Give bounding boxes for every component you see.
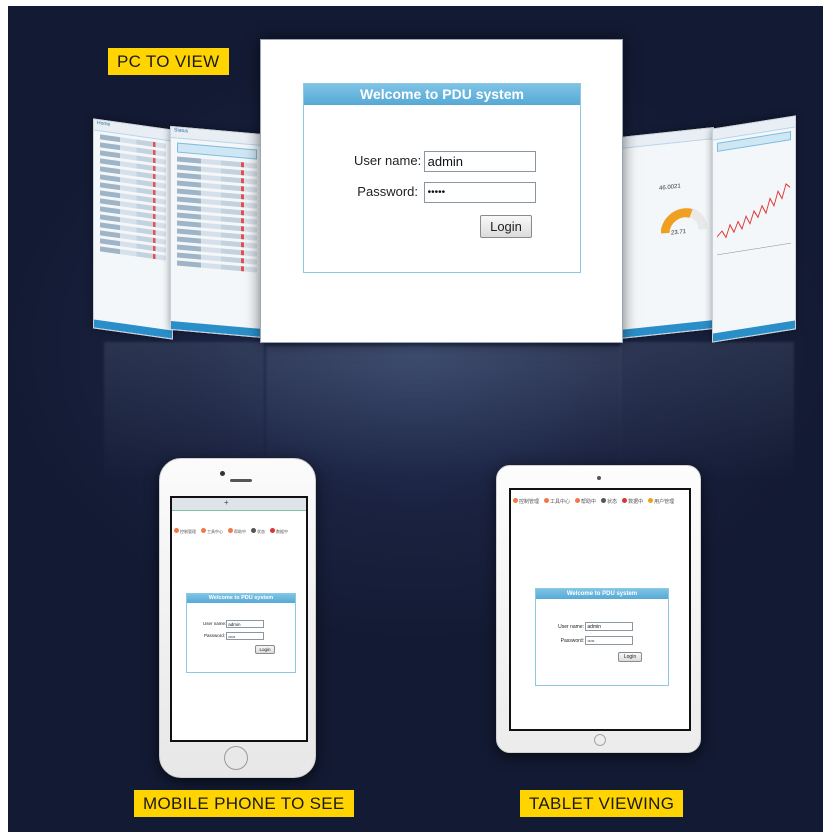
tablet-camera-icon bbox=[597, 476, 601, 480]
phone-home-button[interactable] bbox=[224, 746, 248, 770]
line-chart-thumbnail bbox=[717, 183, 791, 256]
nav-item[interactable]: 用户管理 bbox=[648, 497, 674, 505]
nav-item[interactable]: 工具中心 bbox=[544, 497, 570, 505]
login-button[interactable]: Login bbox=[480, 215, 532, 238]
tablet-password-row: Password: ••••• bbox=[558, 636, 634, 645]
password-label: Password: bbox=[357, 183, 418, 199]
tablet-login-button[interactable]: Login bbox=[618, 652, 642, 662]
nav-item[interactable]: 工具中心 bbox=[201, 527, 223, 535]
phone-login-panel: Welcome to PDU system User name: admin P… bbox=[186, 593, 296, 673]
username-input[interactable]: admin bbox=[423, 151, 536, 172]
side-screen-table-left: Status bbox=[170, 125, 264, 339]
phone-login-button[interactable]: Login bbox=[255, 645, 275, 654]
side-screen-gauge: 46.0021 23.71 bbox=[620, 127, 714, 339]
nav-item[interactable]: 控制管理 bbox=[513, 497, 539, 505]
side-screen-table-far-left: Home bbox=[93, 118, 173, 340]
phone-username-row: User name: admin bbox=[203, 620, 265, 628]
pc-view-label: PC TO VIEW bbox=[108, 48, 229, 75]
phone-password-row: Password: ••••• bbox=[203, 632, 265, 640]
gauge-reading: 23.71 bbox=[671, 229, 687, 237]
phone-tab-add-icon[interactable]: + bbox=[224, 498, 229, 507]
password-row: Password: ••••• bbox=[354, 182, 536, 203]
tablet-view-label: TABLET VIEWING bbox=[520, 790, 684, 817]
username-row: User name: admin bbox=[354, 151, 536, 172]
screen-reflection bbox=[620, 342, 794, 482]
nav-item[interactable]: 帮助中 bbox=[575, 497, 596, 505]
nav-item[interactable]: 状态 bbox=[601, 497, 617, 505]
side-screen-line-chart bbox=[712, 115, 796, 343]
tablet-password-input[interactable]: ••••• bbox=[585, 636, 634, 645]
phone-device: + 控制管理 工具中心 帮助中 状态 数据中 Welcome to PDU sy… bbox=[159, 458, 316, 778]
tablet-login-panel: Welcome to PDU system User name: admin P… bbox=[535, 588, 669, 686]
tablet-screen: 控制管理 工具中心 帮助中 状态 数据中 用户管理 Welcome to PDU… bbox=[509, 488, 691, 731]
login-panel: Welcome to PDU system User name: admin P… bbox=[303, 83, 581, 273]
username-label: User name: bbox=[354, 152, 422, 168]
phone-login-title: Welcome to PDU system bbox=[187, 594, 295, 603]
screen-reflection bbox=[266, 346, 621, 476]
nav-item[interactable]: 帮助中 bbox=[228, 527, 246, 535]
phone-username-input[interactable]: admin bbox=[226, 620, 265, 628]
phone-nav-strip: 控制管理 工具中心 帮助中 状态 数据中 bbox=[172, 524, 306, 538]
nav-item[interactable]: 控制管理 bbox=[174, 527, 196, 535]
pc-login-window: Welcome to PDU system User name: admin P… bbox=[260, 39, 623, 343]
phone-password-input[interactable]: ••••• bbox=[226, 632, 265, 640]
tablet-username-input[interactable]: admin bbox=[585, 622, 634, 631]
login-title: Welcome to PDU system bbox=[304, 84, 580, 105]
tablet-username-row: User name: admin bbox=[558, 622, 634, 631]
gauge-caption: 46.0021 bbox=[659, 183, 681, 192]
phone-browser-tabs: + bbox=[172, 498, 306, 511]
nav-item[interactable]: 数据中 bbox=[270, 527, 288, 535]
tablet-device: 控制管理 工具中心 帮助中 状态 数据中 用户管理 Welcome to PDU… bbox=[496, 465, 701, 753]
nav-item[interactable]: 数据中 bbox=[622, 497, 643, 505]
phone-speaker-icon bbox=[230, 479, 252, 482]
password-input[interactable]: ••••• bbox=[423, 182, 536, 203]
mobile-view-label: MOBILE PHONE TO SEE bbox=[134, 790, 354, 817]
phone-camera-icon bbox=[220, 471, 225, 476]
tablet-home-button[interactable] bbox=[594, 734, 606, 746]
nav-item[interactable]: 状态 bbox=[251, 527, 265, 535]
phone-screen: + 控制管理 工具中心 帮助中 状态 数据中 Welcome to PDU sy… bbox=[170, 496, 308, 742]
tablet-nav-strip: 控制管理 工具中心 帮助中 状态 数据中 用户管理 bbox=[511, 494, 689, 508]
tablet-login-title: Welcome to PDU system bbox=[536, 589, 668, 599]
promo-stage: PC TO VIEW Home Status 46.0021 23.71 Wel… bbox=[8, 6, 823, 832]
